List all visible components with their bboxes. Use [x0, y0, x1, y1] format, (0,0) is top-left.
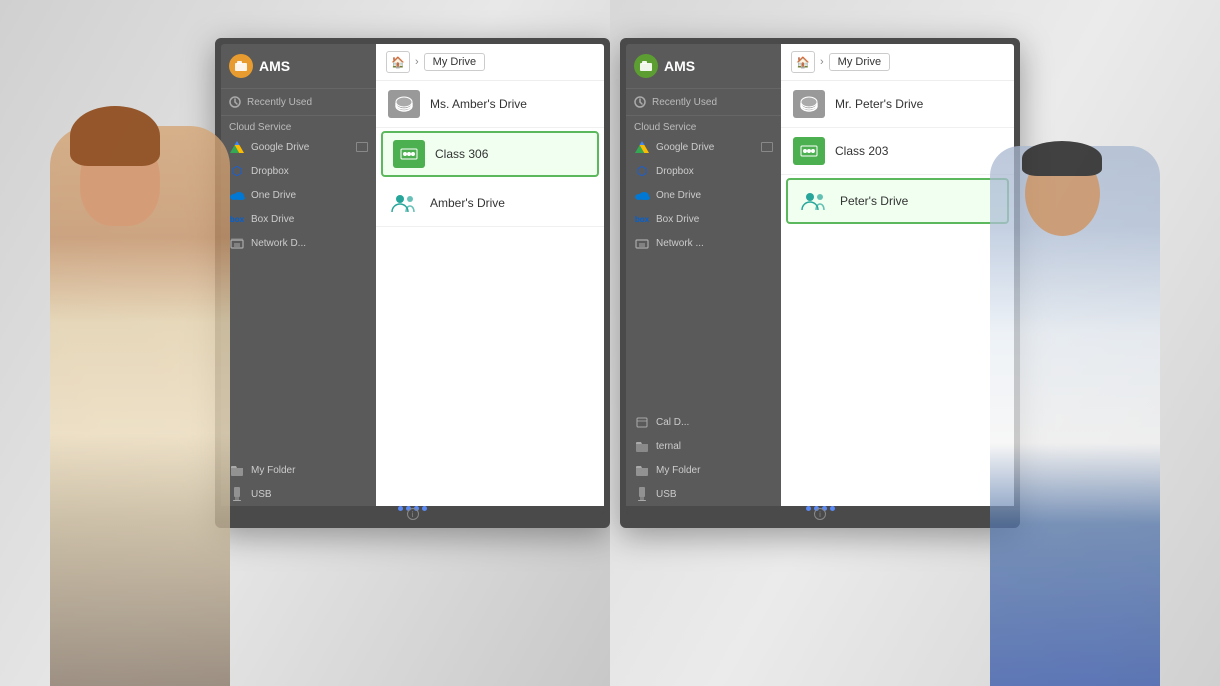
link-icon-gdrive-right	[761, 142, 773, 152]
chevron-left: ›	[415, 56, 419, 68]
usb-label-right: USB	[656, 489, 773, 500]
dropbox-label-right: Dropbox	[656, 166, 773, 177]
my-drive-label-right[interactable]: My Drive	[829, 53, 890, 71]
gdrive-label-right: Google Drive	[656, 142, 755, 153]
cloud-service-label-right: Cloud Service	[626, 116, 781, 135]
right-panel: AMS Recently Used Cloud Service	[610, 0, 1220, 686]
ternal-icon-right	[634, 439, 650, 453]
file-entry-amber-drive[interactable]: Ms. Amber's Drive	[376, 81, 604, 128]
file-entry-class306[interactable]: Class 306	[381, 131, 599, 177]
my-drive-label-left[interactable]: My Drive	[424, 53, 485, 71]
file-name-peters-drive: Peter's Drive	[840, 194, 908, 208]
folder-icon-right	[634, 463, 650, 477]
sidebar-item-onedrive-right[interactable]: One Drive	[626, 183, 781, 207]
rdot-1	[806, 506, 811, 511]
onedrive-label-right: One Drive	[656, 190, 773, 201]
left-panel: AMS Recently Used Cloud Service	[0, 0, 610, 686]
sidebar-item-usb-right[interactable]: USB	[626, 482, 781, 506]
file-name-class203: Class 203	[835, 144, 888, 158]
person-left	[30, 106, 270, 686]
file-name-peter-drive: Mr. Peter's Drive	[835, 97, 923, 111]
ternal-label-right: ternal	[656, 441, 773, 452]
people-icon-left	[388, 189, 420, 217]
box-label-right: Box Drive	[656, 214, 773, 225]
recently-used-right[interactable]: Recently Used	[626, 89, 781, 116]
breadcrumb-left: 🏠 › My Drive	[376, 44, 604, 81]
link-icon-gdrive-left	[356, 142, 368, 152]
dropbox-icon-right: ⬡	[634, 164, 650, 178]
cal-icon-right	[634, 415, 650, 429]
file-name-class306: Class 306	[435, 147, 488, 161]
file-name-ambers-drive: Amber's Drive	[430, 196, 505, 210]
sidebar-item-network-right[interactable]: Network ...	[626, 231, 781, 255]
ams-icon-left	[229, 54, 253, 78]
file-entry-peters-drive[interactable]: Peter's Drive	[786, 178, 1009, 224]
file-list-left: Ms. Amber's Drive	[376, 81, 604, 506]
class-icon-left	[393, 140, 425, 168]
dot-1	[398, 506, 403, 511]
file-name-amber-drive: Ms. Amber's Drive	[430, 97, 527, 111]
person-right	[980, 126, 1200, 686]
box-icon-right: box	[634, 212, 650, 226]
sidebar-item-dropbox-right[interactable]: ⬡ Dropbox	[626, 159, 781, 183]
sidebar-item-myfolder-right[interactable]: My Folder	[626, 458, 781, 482]
left-sidebar-header: AMS	[221, 44, 376, 89]
sidebar-item-gdrive-right[interactable]: Google Drive	[626, 135, 781, 159]
people-icon-right	[798, 187, 830, 215]
onedrive-icon-right	[634, 188, 650, 202]
myfolder-label-right: My Folder	[656, 465, 773, 476]
right-sidebar: AMS Recently Used Cloud Service	[626, 44, 781, 506]
left-screen: AMS Recently Used Cloud Service	[215, 38, 610, 528]
usb-icon-right	[634, 487, 650, 501]
breadcrumb-right: 🏠 › My Drive	[781, 44, 1014, 81]
recently-used-label-right: Recently Used	[652, 97, 717, 108]
network-icon-right	[634, 236, 650, 250]
file-entry-ambers-drive[interactable]: Amber's Drive	[376, 180, 604, 227]
drive-icon-right-1	[793, 90, 825, 118]
dot-4	[422, 506, 427, 511]
drive-icon-left-1	[388, 90, 420, 118]
chevron-right: ›	[820, 56, 824, 68]
cal-label-right: Cal D...	[656, 417, 773, 428]
ams-icon-right	[634, 54, 658, 78]
right-screen: AMS Recently Used Cloud Service	[620, 38, 1020, 528]
ams-title-right: AMS	[664, 58, 695, 74]
sidebar-item-cal-right[interactable]: Cal D...	[626, 410, 781, 434]
home-button-left[interactable]: 🏠	[386, 51, 410, 73]
file-entry-peter-drive[interactable]: Mr. Peter's Drive	[781, 81, 1014, 128]
left-main-panel: 🏠 › My Drive	[376, 44, 604, 506]
ams-title-left: AMS	[259, 58, 290, 74]
sidebar-item-box-right[interactable]: box Box Drive	[626, 207, 781, 231]
right-sidebar-header: AMS	[626, 44, 781, 89]
gdrive-icon-right	[634, 140, 650, 154]
class-icon-right	[793, 137, 825, 165]
network-label-right: Network ...	[656, 238, 773, 249]
home-button-right[interactable]: 🏠	[791, 51, 815, 73]
sidebar-item-ternal-right[interactable]: ternal	[626, 434, 781, 458]
rdot-4	[830, 506, 835, 511]
